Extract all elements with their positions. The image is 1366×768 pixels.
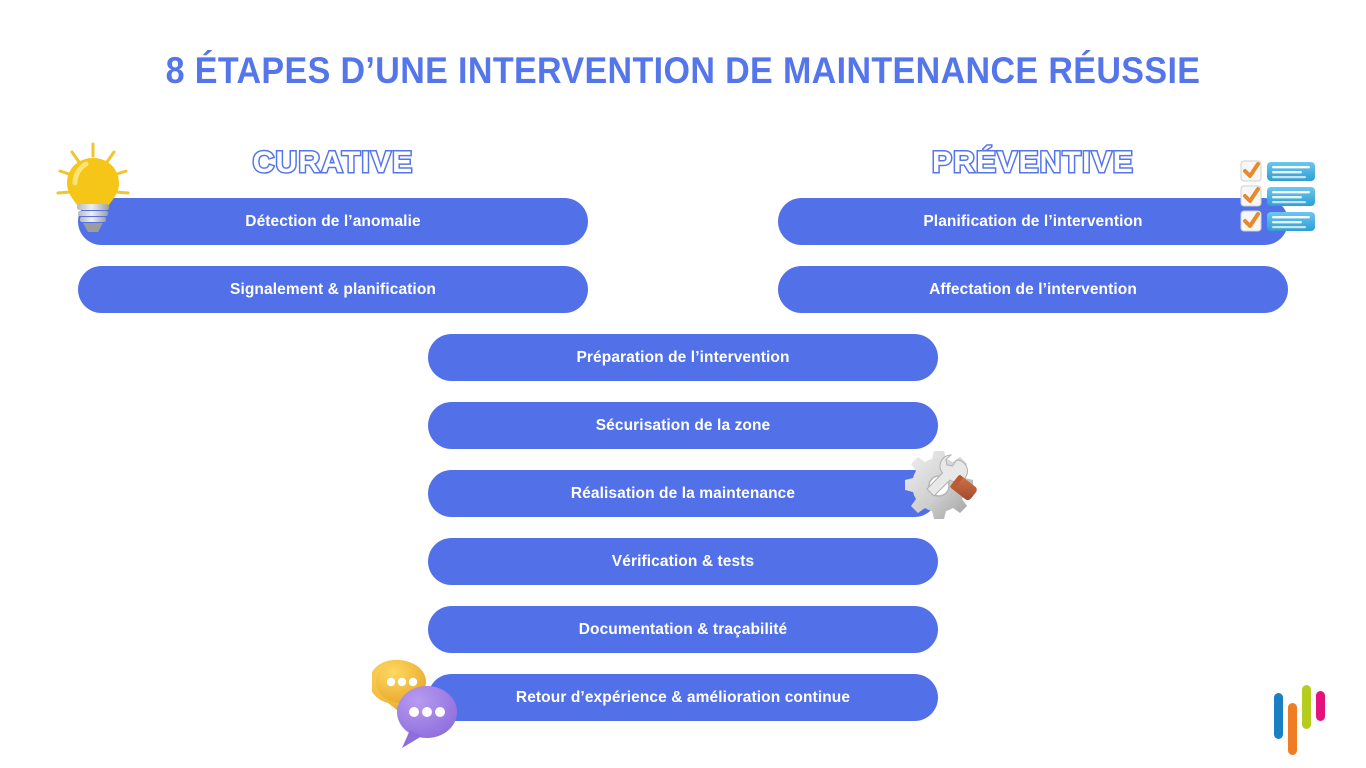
brand-logo-bars-icon — [1274, 685, 1325, 755]
step-pill-shared-2[interactable]: Sécurisation de la zone — [428, 402, 938, 449]
speech-bubbles-icon — [372, 659, 457, 748]
step-pill-curative-2[interactable]: Signalement & planification — [78, 266, 588, 313]
step-pill-shared-1[interactable]: Préparation de l’intervention — [428, 334, 938, 381]
checklist-icon — [1240, 160, 1315, 232]
step-pill-shared-3[interactable]: Réalisation de la maintenance — [428, 470, 938, 517]
column-header-preventive: PRÉVENTIVE — [930, 145, 1135, 181]
page-title: 8 ÉTAPES D’UNE INTERVENTION DE MAINTENAN… — [165, 50, 1201, 91]
step-pill-preventive-1[interactable]: Planification de l’intervention — [778, 198, 1288, 245]
step-pill-curative-1[interactable]: Détection de l’anomalie — [78, 198, 588, 245]
lightbulb-icon — [56, 142, 130, 232]
slide-canvas: 8 ÉTAPES D’UNE INTERVENTION DE MAINTENAN… — [0, 0, 1366, 768]
step-pill-preventive-2[interactable]: Affectation de l’intervention — [778, 266, 1288, 313]
step-pill-shared-5[interactable]: Documentation & traçabilité — [428, 606, 938, 653]
step-pill-shared-6[interactable]: Retour d’expérience & amélioration conti… — [428, 674, 938, 721]
column-header-curative: CURATIVE — [251, 145, 414, 181]
gear-wrench-icon — [905, 451, 977, 519]
step-pill-shared-4[interactable]: Vérification & tests — [428, 538, 938, 585]
